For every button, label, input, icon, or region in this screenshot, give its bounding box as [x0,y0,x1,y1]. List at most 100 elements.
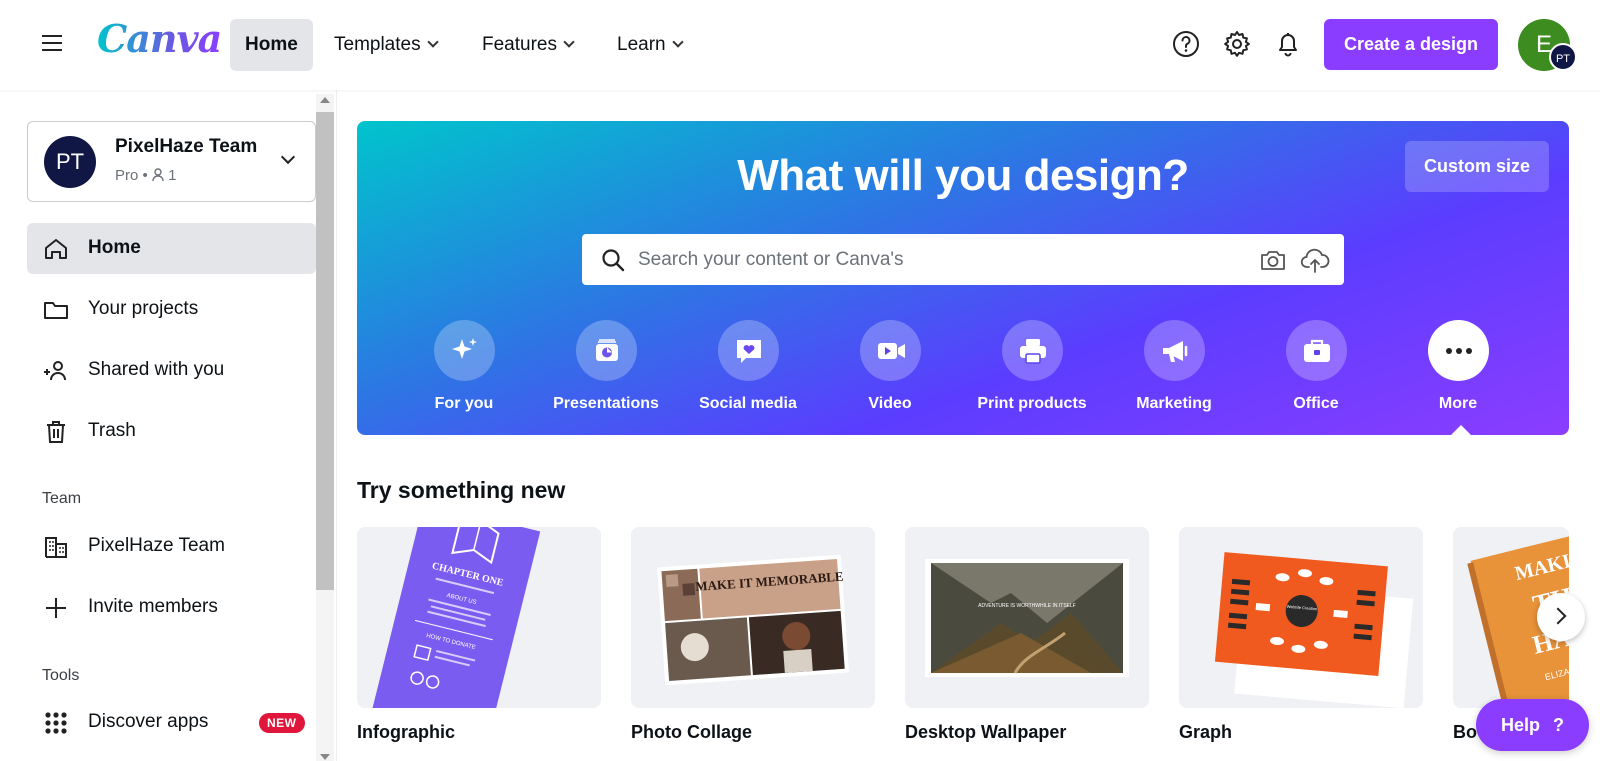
sidebar-item-team[interactable]: PixelHaze Team [27,521,316,572]
category-office[interactable]: Office [1251,320,1381,413]
canva-logo[interactable]: Canva [97,16,222,61]
sidebar-item-label: Invite members [88,596,218,617]
graph-thumbnail: Website Creation [1214,552,1414,708]
hero-title: What will you design? [737,151,1189,200]
heart-chat-icon [717,320,779,381]
sidebar-item-home[interactable]: Home [27,223,316,274]
chevron-down-icon [426,36,439,48]
question-mark-icon: ? [1553,715,1565,735]
search-bar[interactable] [582,234,1344,285]
sidebar-item-label: Shared with you [88,359,225,380]
home-icon [45,239,67,259]
building-icon [45,537,67,558]
tile-graph[interactable]: Website Creation [1179,527,1423,708]
sidebar-item-label: Trash [88,420,136,441]
sidebar-item-label: Discover apps [88,711,209,732]
help-label: Help [1500,715,1540,735]
section-title-try-new: Try something new [357,477,566,503]
section-label-team: Team [42,490,82,507]
category-label: Video [868,395,912,412]
sidebar-item-projects[interactable]: Your projects [27,284,316,335]
person-icon [152,168,164,182]
infographic-thumbnail: CHAPTER ONE ABOUT US HOW TO DONATE [368,527,541,708]
chevron-down-icon [563,36,575,48]
tile-photo-collage[interactable]: MAKE IT MEMORABLE [631,527,875,708]
gear-icon[interactable] [1221,28,1253,60]
chevron-down-icon [280,149,296,165]
separator-dot: • [142,167,152,184]
menu-icon[interactable] [38,30,66,58]
wallpaper-thumb-text: ADVENTURE IS WORTHWHILE IN ITSELF [978,603,1076,609]
megaphone-icon [1143,320,1205,381]
hero-banner: What will you design? Custom size For yo… [357,121,1569,435]
category-marketing[interactable]: Marketing [1109,320,1239,413]
scroll-down-icon[interactable] [320,754,330,760]
sidebar-item-shared[interactable]: Shared with you [27,345,316,396]
briefcase-icon [1285,320,1347,381]
nav-learn-label: Learn [617,34,666,55]
sidebar-scrollbar-thumb[interactable] [316,112,334,590]
wallpaper-thumbnail: ADVENTURE IS WORTHWHILE IN ITSELF [925,559,1129,677]
category-label: Marketing [1136,395,1212,412]
category-label: Office [1293,395,1339,412]
sidebar-item-discover-apps[interactable]: Discover apps NEW [27,697,316,748]
team-member-count: 1 [168,167,177,184]
team-avatar: PT [44,136,96,188]
sparkle-icon [433,320,495,381]
category-video[interactable]: Video [825,320,955,413]
folder-icon [44,302,68,319]
camera-icon[interactable] [1259,247,1287,273]
nav-templates[interactable]: Templates [319,19,452,71]
shared-users-icon [44,361,66,381]
search-icon [602,249,625,272]
category-presentations[interactable]: Presentations [541,320,671,413]
nav-features[interactable]: Features [467,19,588,71]
tile-label-desktop-wallpaper: Desktop Wallpaper [905,722,1067,742]
team-avatar-badge: PT [1549,43,1577,71]
carousel-next-button[interactable] [1537,593,1585,641]
sidebar-item-label: Your projects [88,298,199,319]
category-social-media[interactable]: Social media [683,320,813,413]
create-design-button[interactable]: Create a design [1324,19,1498,70]
category-print-products[interactable]: Print products [967,320,1097,413]
top-navigation-bar: Canva Home Templates Features Learn Crea… [0,0,1600,90]
chevron-down-icon [671,36,684,48]
help-circle-icon[interactable] [1170,28,1202,60]
tile-label-graph: Graph [1179,722,1233,742]
selected-category-pointer [1449,425,1473,437]
team-plan: Pro [115,167,139,184]
custom-size-button[interactable]: Custom size [1405,141,1549,192]
scroll-up-icon[interactable] [320,97,330,103]
plus-icon [46,598,66,618]
presentation-icon [575,320,637,381]
nav-home[interactable]: Home [230,19,313,71]
category-more[interactable]: More [1393,320,1523,413]
new-badge: NEW [259,713,305,733]
video-camera-icon [859,320,921,381]
nav-learn[interactable]: Learn [602,19,697,71]
upload-cloud-icon[interactable] [1300,246,1330,274]
photo-collage-thumbnail: MAKE IT MEMORABLE [657,554,849,686]
bell-icon[interactable] [1272,28,1304,60]
sidebar-item-label: PixelHaze Team [88,535,225,556]
tile-infographic[interactable]: CHAPTER ONE ABOUT US HOW TO DONATE [357,527,601,708]
team-meta: Pro • 1 [115,167,176,184]
tile-desktop-wallpaper[interactable]: ADVENTURE IS WORTHWHILE IN ITSELF [905,527,1149,708]
chevron-right-icon [1549,607,1567,625]
help-button[interactable]: Help ? [1476,699,1589,751]
category-label: Social media [699,395,797,412]
apps-grid-icon [45,712,67,734]
sidebar-item-trash[interactable]: Trash [27,406,316,457]
nav-templates-label: Templates [334,34,421,55]
tile-label-book: Bo [1453,722,1477,742]
team-name: PixelHaze Team [115,136,258,157]
tile-label-photo-collage: Photo Collage [631,722,752,742]
team-switcher[interactable]: PT PixelHaze Team Pro • 1 [27,121,316,202]
section-label-tools: Tools [42,667,80,684]
search-input[interactable] [638,234,1238,285]
sidebar-item-invite[interactable]: Invite members [27,582,316,633]
category-label: For you [434,395,494,412]
trash-icon [47,421,65,443]
printer-icon [1001,320,1063,381]
category-for-you[interactable]: For you [399,320,529,413]
